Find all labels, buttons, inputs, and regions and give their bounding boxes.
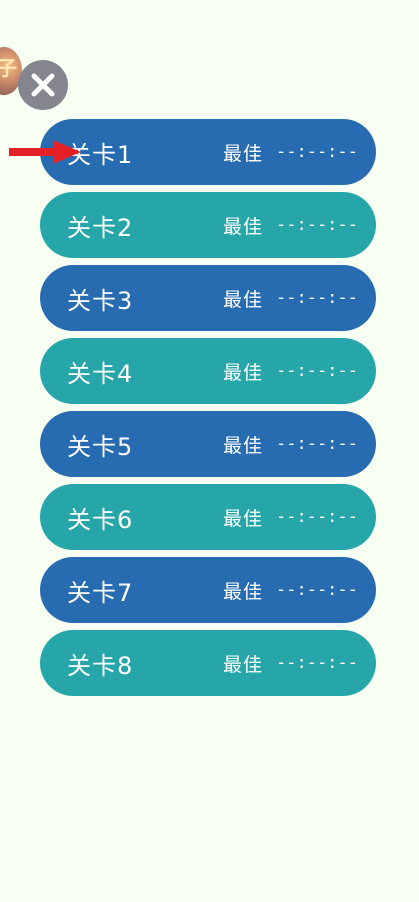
- best-label: 最佳: [223, 288, 264, 311]
- best-time: --:--:--: [276, 434, 358, 454]
- close-icon: [31, 73, 55, 97]
- best-time: --:--:--: [276, 653, 358, 673]
- best-label: 最佳: [223, 215, 264, 238]
- level-name: 关卡4: [67, 359, 134, 388]
- level-item-8[interactable]: 关卡8 最佳 --:--:--: [40, 630, 376, 696]
- level-list: 关卡1 最佳 --:--:-- 关卡2 最佳 --:--:-- 关卡3 最佳 -…: [40, 119, 376, 703]
- level-item-6[interactable]: 关卡6 最佳 --:--:--: [40, 484, 376, 550]
- best-time: --:--:--: [276, 580, 358, 600]
- level-name: 关卡6: [67, 505, 134, 534]
- best-label: 最佳: [223, 653, 264, 676]
- best-time: --:--:--: [276, 361, 358, 381]
- level-item-4[interactable]: 关卡4 最佳 --:--:--: [40, 338, 376, 404]
- best-time: --:--:--: [276, 142, 358, 162]
- best-label: 最佳: [223, 361, 264, 384]
- level-name: 关卡2: [67, 213, 134, 242]
- level-item-2[interactable]: 关卡2 最佳 --:--:--: [40, 192, 376, 258]
- best-label: 最佳: [223, 580, 264, 603]
- best-label: 最佳: [223, 434, 264, 457]
- level-item-1[interactable]: 关卡1 最佳 --:--:--: [40, 119, 376, 185]
- best-time: --:--:--: [276, 288, 358, 308]
- pointer-arrow-icon: [9, 140, 81, 164]
- level-name: 关卡3: [67, 286, 134, 315]
- level-item-7[interactable]: 关卡7 最佳 --:--:--: [40, 557, 376, 623]
- level-name: 关卡5: [67, 432, 134, 461]
- level-item-3[interactable]: 关卡3 最佳 --:--:--: [40, 265, 376, 331]
- best-time: --:--:--: [276, 507, 358, 527]
- level-item-5[interactable]: 关卡5 最佳 --:--:--: [40, 411, 376, 477]
- avatar-glyph: 子: [0, 56, 17, 80]
- best-label: 最佳: [223, 507, 264, 530]
- level-name: 关卡7: [67, 578, 134, 607]
- best-label: 最佳: [223, 142, 264, 165]
- best-time: --:--:--: [276, 215, 358, 235]
- close-button[interactable]: [18, 60, 68, 110]
- level-name: 关卡8: [67, 651, 134, 680]
